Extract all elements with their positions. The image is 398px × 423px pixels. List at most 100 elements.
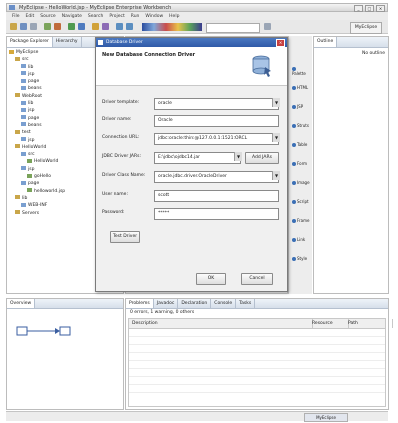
form-row: Driver name: Oracle bbox=[102, 115, 279, 127]
menu-edit[interactable]: Edit bbox=[26, 14, 35, 19]
tab-declaration[interactable]: Declaration bbox=[178, 299, 212, 308]
dialog-close-button[interactable]: × bbox=[276, 39, 285, 47]
close-button[interactable]: × bbox=[376, 5, 385, 12]
palette-item[interactable]: HTML bbox=[292, 85, 310, 90]
palette-toolbar-strip[interactable] bbox=[142, 23, 202, 31]
palette-strip: Palette HTML JSP Struts Table Form Image Script… bbox=[288, 36, 312, 294]
palette-item[interactable]: Script bbox=[292, 199, 310, 204]
menu-search[interactable]: Search bbox=[88, 14, 103, 19]
back-icon[interactable] bbox=[116, 23, 123, 30]
field-label: Driver Class Name: bbox=[102, 173, 146, 178]
debug-icon[interactable] bbox=[78, 23, 85, 30]
chevron-down-icon[interactable]: ▼ bbox=[272, 98, 280, 107]
palette-item-label: Style bbox=[297, 256, 308, 261]
field-input[interactable]: scott bbox=[154, 190, 279, 202]
palette-item[interactable]: JSP bbox=[292, 104, 310, 109]
folder-icon bbox=[21, 71, 26, 76]
save-icon[interactable] bbox=[20, 23, 27, 30]
cancel-button[interactable]: Cancel bbox=[241, 273, 273, 285]
tab-outline[interactable]: Outline bbox=[314, 37, 338, 47]
menu-source[interactable]: Source bbox=[40, 14, 55, 19]
main-toolbar: MyEclipse bbox=[6, 20, 388, 34]
tab-console[interactable]: Console bbox=[211, 299, 237, 308]
column-path[interactable]: Path bbox=[345, 319, 393, 328]
minimize-button[interactable]: _ bbox=[354, 5, 363, 12]
open-type-icon[interactable] bbox=[92, 23, 99, 30]
print-icon[interactable] bbox=[30, 23, 37, 30]
palette-item[interactable]: Table bbox=[292, 142, 310, 147]
problems-pane: Problems Javadoc Declaration Console Tas… bbox=[125, 298, 393, 410]
server-icon[interactable] bbox=[54, 23, 61, 30]
new-icon[interactable] bbox=[10, 23, 17, 30]
ok-button[interactable]: OK bbox=[196, 273, 226, 285]
tab-hierarchy[interactable]: Hierarchy bbox=[53, 37, 82, 47]
test-driver-button[interactable]: Test Driver bbox=[110, 231, 140, 243]
palette-item[interactable]: Style bbox=[292, 256, 310, 261]
column-resource[interactable]: Resource bbox=[309, 319, 349, 328]
palette-item-icon bbox=[292, 200, 296, 204]
perspective-button[interactable]: MyEclipse bbox=[350, 22, 382, 34]
tree-item-label: WebRoot bbox=[22, 93, 43, 99]
palette-item[interactable]: Frame bbox=[292, 218, 310, 223]
folder-icon bbox=[21, 107, 26, 112]
field-input[interactable]: jdbc:oracle:thin:@127.0.0.1:1521:ORCL bbox=[154, 133, 279, 145]
palette-item-icon bbox=[292, 219, 296, 223]
forward-icon[interactable] bbox=[126, 23, 133, 30]
tab-javadoc[interactable]: Javadoc bbox=[154, 299, 179, 308]
database-driver-dialog: Database Driver × New Database Connectio… bbox=[95, 37, 288, 292]
add-jars-button[interactable]: Add JARs bbox=[245, 152, 279, 164]
menu-run[interactable]: Run bbox=[131, 14, 140, 19]
palette-item-label: Frame bbox=[297, 218, 310, 223]
folder-icon bbox=[21, 115, 26, 120]
folder-icon bbox=[15, 210, 20, 215]
palette-item[interactable]: Link bbox=[292, 237, 310, 242]
app-icon bbox=[9, 5, 15, 10]
palette-item[interactable]: Palette bbox=[292, 66, 310, 76]
tab-package-explorer[interactable]: Package Explorer bbox=[7, 37, 53, 47]
search-icon[interactable] bbox=[102, 23, 109, 30]
field-input[interactable]: Oracle bbox=[154, 115, 279, 127]
tree-item-label: beans bbox=[28, 86, 42, 92]
maximize-button[interactable]: □ bbox=[365, 5, 374, 12]
window-titlebar: MyEclipse - HelloWorld.jsp - MyEclipse E… bbox=[6, 3, 388, 12]
dialog-title: Database Driver bbox=[106, 40, 143, 45]
palette-item-label: Palette bbox=[292, 71, 306, 76]
tab-tasks[interactable]: Tasks bbox=[236, 299, 256, 308]
tree-item-label: page bbox=[28, 181, 40, 187]
folder-icon bbox=[15, 56, 20, 61]
folder-icon bbox=[21, 85, 26, 90]
chevron-down-icon[interactable]: ▼ bbox=[234, 152, 242, 161]
field-input[interactable]: oracle.jdbc.driver.OracleDriver bbox=[154, 171, 279, 183]
palette-item[interactable]: Form bbox=[292, 161, 310, 166]
folder-icon bbox=[15, 144, 20, 149]
chevron-down-icon[interactable]: ▼ bbox=[272, 133, 280, 142]
field-input[interactable]: oracle bbox=[154, 98, 279, 110]
field-label: Driver name: bbox=[102, 117, 132, 122]
deploy-icon[interactable] bbox=[44, 23, 51, 30]
menu-file[interactable]: File bbox=[12, 14, 20, 19]
palette-item[interactable]: Image bbox=[292, 180, 310, 185]
chevron-down-icon[interactable]: ▼ bbox=[272, 171, 280, 180]
menu-project[interactable]: Project bbox=[109, 14, 124, 19]
tab-problems[interactable]: Problems bbox=[126, 299, 154, 308]
status-bar: MyEclipse bbox=[6, 411, 388, 422]
search-field[interactable] bbox=[206, 23, 260, 33]
tree-item-label: Servers bbox=[22, 210, 40, 216]
menu-window[interactable]: Window bbox=[145, 14, 163, 19]
tree-item-label: HelloWorld bbox=[22, 144, 47, 150]
menu-navigate[interactable]: Navigate bbox=[62, 14, 82, 19]
field-input[interactable]: E:\jdbc\ojdbc14.jar bbox=[154, 152, 241, 164]
palette-item[interactable]: Struts bbox=[292, 123, 310, 128]
table-row[interactable] bbox=[129, 384, 385, 393]
field-label: Driver template: bbox=[102, 100, 140, 105]
column-description[interactable]: Description bbox=[129, 319, 313, 328]
folder-icon bbox=[21, 64, 26, 69]
tab-overview[interactable]: Overview bbox=[7, 299, 36, 308]
run-icon[interactable] bbox=[68, 23, 75, 30]
layout-icon[interactable] bbox=[264, 23, 271, 30]
menu-help[interactable]: Help bbox=[169, 14, 179, 19]
tree-item-label: jsp bbox=[28, 108, 35, 114]
palette-item-icon bbox=[292, 105, 296, 109]
folder-icon bbox=[21, 137, 26, 142]
field-input[interactable]: ***** bbox=[154, 208, 279, 220]
